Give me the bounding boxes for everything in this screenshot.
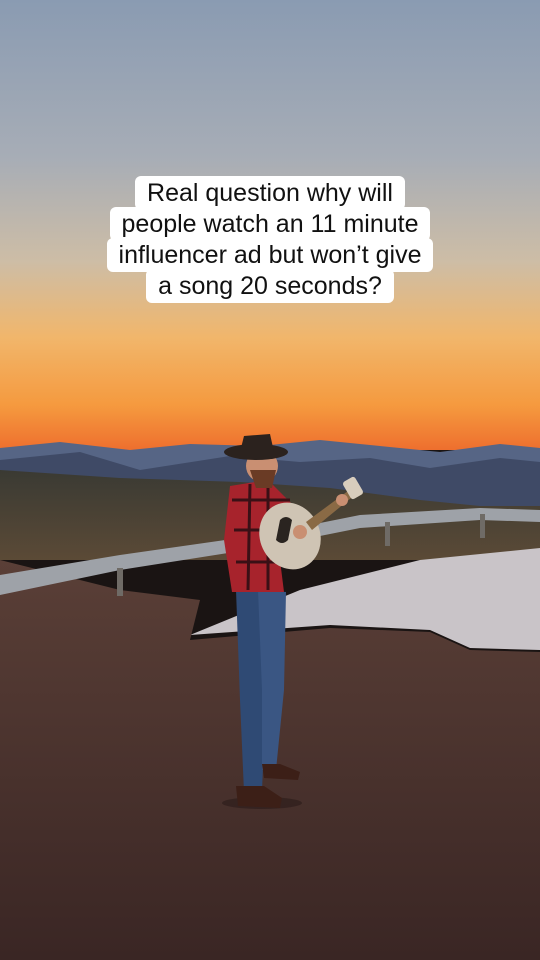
caption-line-1: Real question why will xyxy=(135,176,405,210)
video-frame[interactable]: Real question why will people watch an 1… xyxy=(0,0,540,960)
caption-overlay: Real question why will people watch an 1… xyxy=(0,176,540,303)
caption-line-3: influencer ad but won’t give xyxy=(106,238,434,272)
caption-line-2: people watch an 11 minute xyxy=(109,207,431,241)
background-photo xyxy=(0,0,540,960)
caption-line-4: a song 20 seconds? xyxy=(146,269,394,303)
